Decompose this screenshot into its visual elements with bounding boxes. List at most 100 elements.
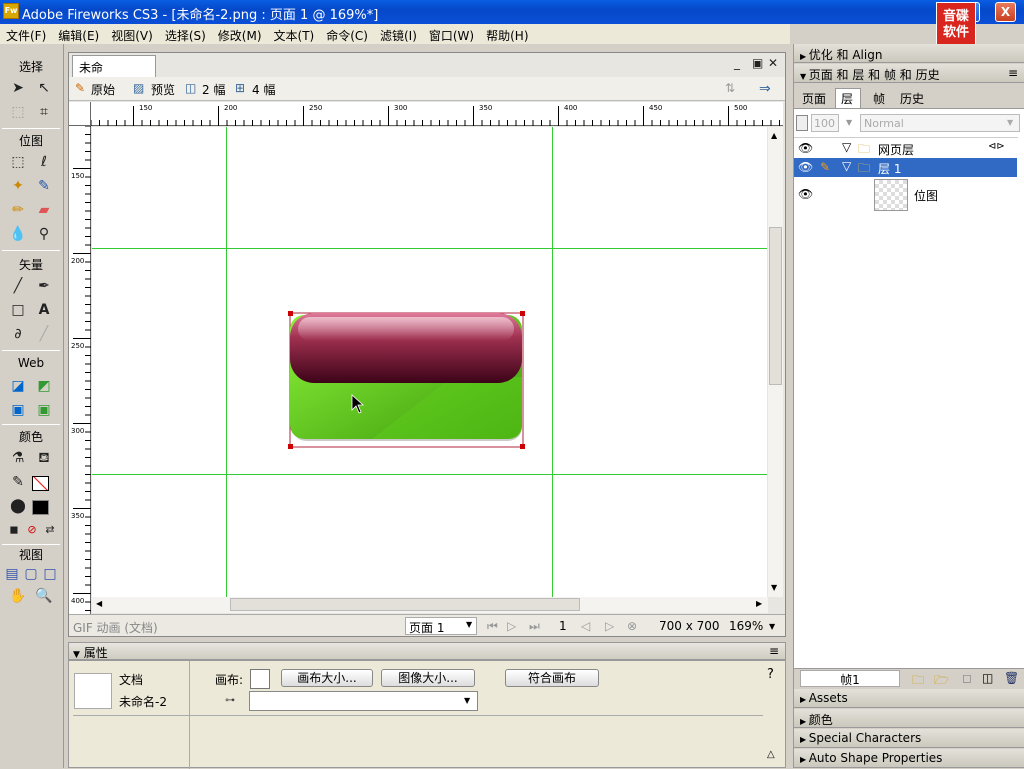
default-colors-icon[interactable]: ◼	[4, 520, 24, 540]
next-frame-icon[interactable]: ▷	[605, 619, 614, 633]
pen-tool-icon[interactable]: ✒	[34, 276, 54, 296]
stop-icon[interactable]: ⊗	[627, 619, 637, 633]
prev-frame-icon[interactable]: ◁	[581, 619, 590, 633]
full-screen-menus-icon[interactable]: ▢	[21, 564, 41, 584]
auto-shape-properties-header[interactable]: ▶ Auto Shape Properties	[794, 749, 1024, 768]
document-canvas[interactable]	[92, 127, 767, 597]
document-tab[interactable]: 未命名-2.png*	[72, 55, 156, 92]
tab-frames[interactable]: 帧	[873, 90, 885, 107]
magic-wand-icon[interactable]: ✦	[8, 176, 28, 196]
show-slices-icon[interactable]: ▣	[34, 400, 54, 420]
menu-text[interactable]: 文本(T)	[268, 24, 321, 44]
quick-export-icon[interactable]: ⇒	[759, 81, 771, 97]
layer-row-bitmap[interactable]: 👁 位图	[794, 177, 1017, 211]
scroll-left-icon[interactable]: ◀	[96, 599, 102, 608]
doc-close-button[interactable]: ✕	[768, 56, 778, 70]
vertical-scrollbar[interactable]: ▲ ▼	[768, 127, 783, 597]
crop-tool-icon[interactable]: ⌗	[34, 102, 54, 122]
zoom-chevron-icon[interactable]: ▼	[769, 622, 775, 631]
zoom-tool-icon[interactable]: 🔍	[34, 586, 54, 606]
special-characters-header[interactable]: ▶ Special Characters	[794, 729, 1024, 748]
eyedropper-tool-icon[interactable]: ⚗	[8, 448, 28, 468]
duplicate-layer-icon[interactable]: ◫	[982, 671, 993, 685]
layer-name[interactable]: 层 1	[878, 160, 901, 177]
edit-pencil-icon[interactable]: ✎	[820, 160, 830, 174]
hscroll-thumb[interactable]	[230, 598, 580, 611]
scroll-right-icon[interactable]: ▶	[756, 599, 762, 608]
hide-slices-icon[interactable]: ▣	[8, 400, 28, 420]
line-tool-icon[interactable]: ╱	[8, 276, 28, 296]
page-selector[interactable]: 页面 1 ▼	[405, 617, 477, 635]
paint-bucket-icon[interactable]: ⛾	[34, 448, 54, 468]
rectangle-tool-icon[interactable]: □	[8, 300, 28, 320]
hand-tool-icon[interactable]: ✋	[8, 586, 28, 606]
properties-header[interactable]: ▼ 属性 ≡	[68, 642, 786, 660]
blend-mode-select[interactable]: Normal ▼	[860, 114, 1020, 132]
colors-panel-header[interactable]: ▶ 颜色	[794, 709, 1024, 728]
frame-selector[interactable]: 帧1	[800, 670, 900, 687]
eye-icon[interactable]: 👁	[798, 160, 813, 174]
menu-edit[interactable]: 编辑(E)	[52, 24, 105, 44]
layer-name[interactable]: 位图	[914, 187, 938, 204]
first-frame-icon[interactable]: ⏮	[487, 619, 498, 634]
image-map-select[interactable]: ▼	[249, 691, 478, 711]
menu-commands[interactable]: 命令(C)	[320, 24, 374, 44]
slice-tool-icon[interactable]: ◩	[34, 376, 54, 396]
menu-window[interactable]: 窗口(W)	[423, 24, 480, 44]
layer-row-web[interactable]: 👁 ▽ 🗀 网页层 ⊲⊳	[794, 139, 1017, 158]
view-4up-button[interactable]: 4 幅	[252, 81, 275, 98]
stroke-color-icon[interactable]: ✎	[8, 472, 28, 492]
lasso-tool-icon[interactable]: ℓ	[34, 152, 54, 172]
marquee-tool-icon[interactable]: ⬚	[8, 152, 28, 172]
vscroll-thumb[interactable]	[769, 227, 782, 385]
panel-options-icon[interactable]: ≡	[1008, 66, 1018, 80]
rubber-stamp-icon[interactable]: ⚲	[34, 224, 54, 244]
hotspot-tool-icon[interactable]: ◪	[8, 376, 28, 396]
help-icon[interactable]: ?	[767, 667, 774, 682]
canvas-color-swatch[interactable]	[250, 669, 270, 689]
opacity-field[interactable]: 100	[811, 114, 839, 132]
menu-file[interactable]: 文件(F)	[0, 24, 52, 44]
no-color-icon[interactable]: ⊘	[22, 520, 42, 540]
stroke-color-swatch[interactable]	[32, 476, 49, 491]
collapse-triangle-icon[interactable]: ▽	[842, 159, 851, 173]
tab-pages[interactable]: 页面	[802, 90, 826, 107]
menu-filters[interactable]: 滤镜(I)	[374, 24, 423, 44]
zoom-level[interactable]: 169%	[729, 619, 763, 633]
brush-tool-icon[interactable]: ✎	[34, 176, 54, 196]
text-tool-icon[interactable]: A	[34, 300, 54, 320]
view-original-button[interactable]: 原始	[91, 81, 115, 98]
panel-options-icon[interactable]: ≡	[769, 644, 779, 658]
standard-screen-icon[interactable]: ▤	[2, 564, 22, 584]
blur-tool-icon[interactable]: 💧	[8, 224, 28, 244]
pages-layers-header[interactable]: ▼ 页面 和 层 和 帧 和 历史 ≡	[794, 64, 1024, 83]
eye-icon[interactable]: 👁	[798, 141, 813, 155]
layer-row-layer1[interactable]: 👁 ✎ ▽ 🗀 层 1	[794, 158, 1017, 177]
close-button[interactable]: X	[995, 2, 1016, 22]
horizontal-scrollbar[interactable]: ◀ ▶	[92, 597, 768, 613]
eye-icon[interactable]: 👁	[798, 187, 813, 201]
last-frame-icon[interactable]: ⏭	[529, 619, 540, 634]
fill-color-icon[interactable]: ⬤	[8, 496, 28, 516]
view-2up-button[interactable]: 2 幅	[202, 81, 225, 98]
expand-icon[interactable]: △	[767, 749, 775, 760]
fill-color-swatch[interactable]	[32, 500, 49, 515]
play-icon[interactable]: ▷	[507, 619, 516, 633]
trash-icon[interactable]: 🗑	[1004, 671, 1019, 685]
collapse-triangle-icon[interactable]: ▽	[842, 140, 851, 154]
full-screen-icon[interactable]: □	[40, 564, 60, 584]
scroll-down-icon[interactable]: ▼	[771, 583, 777, 592]
knife-tool-icon[interactable]: ╱	[34, 324, 54, 344]
pointer-tool-icon[interactable]: ➤	[8, 78, 28, 98]
menu-select[interactable]: 选择(S)	[159, 24, 212, 44]
assets-panel-header[interactable]: ▶ Assets	[794, 689, 1024, 708]
new-bitmap-icon[interactable]: ◻	[962, 671, 972, 685]
canvas-size-button[interactable]: 画布大小...	[281, 669, 373, 687]
scale-tool-icon[interactable]: ⬚	[8, 102, 28, 122]
layer-name[interactable]: 网页层	[878, 141, 914, 158]
eraser-tool-icon[interactable]: ▰	[34, 200, 54, 220]
scroll-up-icon[interactable]: ▲	[771, 131, 777, 140]
doc-restore-button[interactable]: ▣	[752, 56, 763, 70]
fit-canvas-button[interactable]: 符合画布	[505, 669, 599, 687]
image-size-button[interactable]: 图像大小...	[381, 669, 475, 687]
